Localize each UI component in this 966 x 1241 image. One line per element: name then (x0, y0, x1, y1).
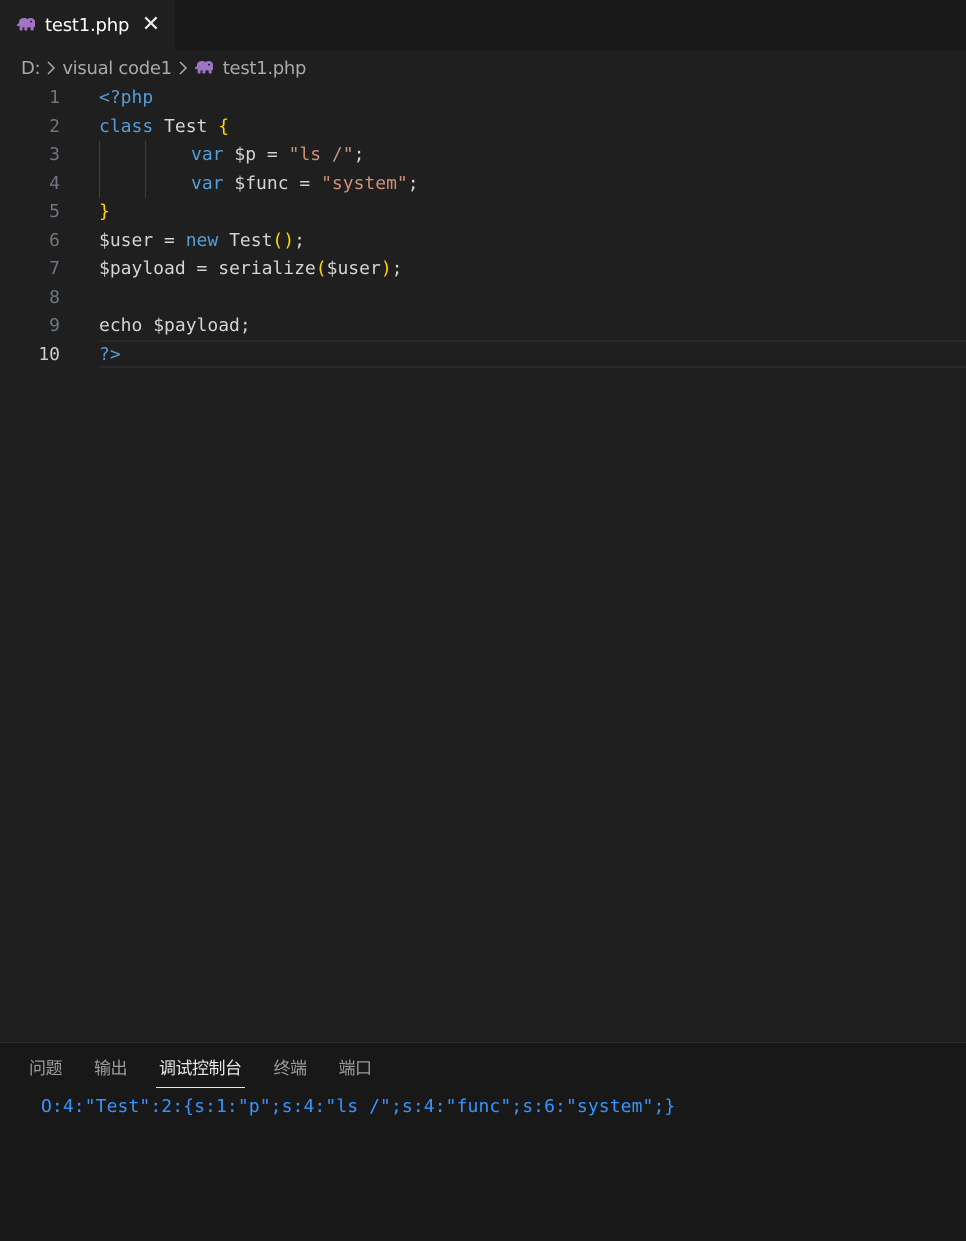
editor-tab-bar: test1.php ✕ (0, 0, 966, 50)
tab-test1-php[interactable]: test1.php ✕ (0, 0, 175, 50)
semicolon: ; (294, 229, 305, 251)
code-line-6[interactable]: $user = new Test(); (99, 227, 305, 256)
tab-problems[interactable]: 问题 (26, 1056, 65, 1087)
string-literal: "ls /" (288, 144, 354, 165)
code-line-2[interactable]: class Test { (99, 113, 229, 142)
operator: = (164, 229, 186, 251)
line-number-active: 10 (38, 343, 60, 365)
class-name: Test (153, 115, 219, 137)
line-number: 4 (49, 172, 60, 194)
line-number: 3 (49, 144, 60, 165)
tab-terminal[interactable]: 终端 (271, 1056, 310, 1087)
argument: $user (326, 258, 381, 279)
chevron-right-icon (46, 60, 56, 76)
code-line-3[interactable]: var $p = "ls /"; (191, 141, 364, 170)
keyword: var (191, 144, 224, 165)
breadcrumb: D: visual code1 test1.php (21, 54, 306, 82)
tab-debug-console[interactable]: 调试控制台 (156, 1056, 245, 1088)
keyword: echo (99, 315, 154, 336)
tab-ports[interactable]: 端口 (336, 1056, 375, 1087)
tab-output[interactable]: 输出 (91, 1056, 130, 1087)
breadcrumb-folder[interactable]: visual code1 (62, 58, 172, 79)
tab-file-label: test1.php (45, 14, 130, 36)
brace: { (218, 115, 230, 137)
keyword: var (191, 172, 224, 194)
keyword: new (185, 229, 219, 251)
paren-open: ( (315, 258, 327, 279)
line-number: 9 (49, 315, 60, 336)
variable: $p (223, 144, 267, 165)
code-line-7[interactable]: $payload = serialize($user); (99, 255, 403, 284)
semicolon: ; (391, 258, 403, 279)
debug-console-output[interactable]: O:4:"Test":2:{s:1:"p";s:4:"ls /";s:4:"fu… (41, 1096, 675, 1117)
php-open-tag: <?php (99, 87, 154, 108)
code-line-5[interactable]: } (99, 198, 110, 227)
semicolon: ; (407, 172, 419, 194)
parens: () (272, 229, 295, 251)
php-elephant-icon (194, 58, 214, 79)
operator: = (196, 258, 219, 279)
variable: $user (99, 229, 165, 251)
bottom-panel: 问题 输出 调试控制台 终端 端口 O:4:"Test":2:{s:1:"p";… (0, 1042, 966, 1241)
breadcrumb-file-label: test1.php (222, 57, 307, 79)
breadcrumb-drive[interactable]: D: (21, 58, 41, 79)
indent-guide (99, 141, 100, 198)
line-number: 2 (49, 115, 60, 137)
variable: $payload (99, 258, 197, 279)
line-number: 7 (49, 258, 60, 279)
paren-close: ) (380, 258, 392, 279)
line-number: 1 (49, 87, 60, 108)
breadcrumb-file[interactable]: test1.php (194, 58, 306, 79)
operator: = (299, 172, 322, 194)
code-line-1[interactable]: <?php (99, 84, 153, 113)
php-close-tag: ?> (99, 343, 121, 365)
code-line-9[interactable]: echo $payload; (99, 312, 251, 341)
php-elephant-icon (16, 16, 36, 35)
indent-guide (145, 141, 146, 198)
code-line-4[interactable]: var $func = "system"; (191, 170, 419, 199)
operator: = (266, 144, 289, 165)
string-literal: "system" (321, 172, 408, 194)
code-line-10[interactable]: ?> (99, 341, 121, 370)
line-number: 5 (49, 201, 60, 222)
line-number: 8 (49, 286, 60, 308)
function-name: serialize (218, 258, 316, 279)
code-editor[interactable]: 1 2 3 4 5 6 7 8 9 10 <?php class Test { … (0, 84, 966, 1042)
vscode-window: test1.php ✕ D: visual code1 test1.php 1 (0, 0, 966, 1241)
variable: $payload (153, 315, 240, 336)
chevron-right-icon (178, 60, 188, 76)
class-name: Test (218, 229, 273, 251)
line-number: 6 (49, 229, 60, 251)
variable: $func (223, 172, 300, 194)
semicolon: ; (353, 144, 365, 165)
close-tab-icon[interactable]: ✕ (139, 13, 163, 37)
keyword: class (99, 115, 154, 137)
semicolon: ; (239, 315, 251, 336)
brace: } (99, 201, 110, 222)
panel-tabs: 问题 输出 调试控制台 终端 端口 (26, 1056, 401, 1088)
current-line-highlight (99, 340, 966, 368)
